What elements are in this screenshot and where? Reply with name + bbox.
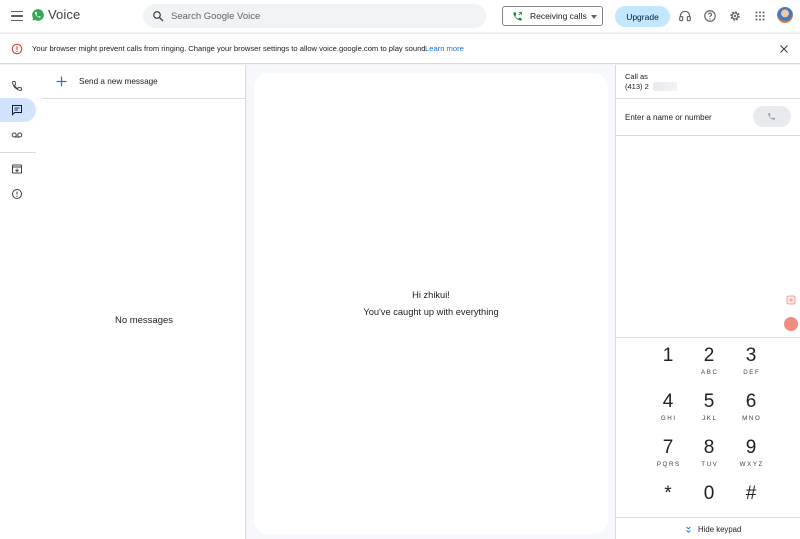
archive-icon — [12, 164, 22, 174]
notification-banner: Your browser might prevent calls from ri… — [0, 33, 800, 64]
key-6[interactable]: 6 MNO — [734, 391, 768, 431]
messages-panel: Send a new message No messages — [42, 65, 246, 539]
headset-icon[interactable] — [678, 9, 692, 23]
receiving-calls-button[interactable]: Receiving calls — [502, 6, 603, 26]
key-1[interactable]: 1 — [651, 345, 685, 385]
call-button[interactable] — [753, 106, 791, 127]
rail-item-calls[interactable] — [0, 74, 36, 98]
send-new-message-button[interactable]: Send a new message — [42, 65, 245, 99]
rail-divider — [0, 152, 36, 153]
app-title: Voice — [48, 7, 81, 22]
banner-message: Your browser might prevent calls from ri… — [32, 44, 428, 53]
menu-icon[interactable] — [7, 6, 27, 26]
conversation-card: Hi zhikui! You've caught up with everyth… — [254, 73, 608, 534]
divider — [616, 517, 800, 518]
rail-item-messages[interactable] — [0, 98, 36, 122]
chevron-down-icon — [591, 15, 597, 19]
warning-icon — [11, 43, 23, 55]
key-5[interactable]: 5 JKL — [692, 391, 726, 431]
extension-icon[interactable] — [785, 294, 797, 306]
call-as-number: (413) 2 — [625, 82, 649, 91]
phone-icon — [768, 113, 775, 120]
key-8[interactable]: 8 TUV — [692, 437, 726, 477]
upgrade-button[interactable]: Upgrade — [615, 6, 670, 27]
voicemail-icon — [11, 132, 23, 138]
phone-icon — [12, 81, 22, 91]
key-2[interactable]: 2 ABC — [692, 345, 726, 385]
empty-state-label: No messages — [114, 315, 174, 326]
extension-badge-icon[interactable] — [784, 317, 798, 331]
hide-keypad-button[interactable]: Hide keypad — [616, 521, 800, 539]
top-bar: Voice Receiving calls Upgrade — [0, 0, 800, 32]
phone-icon — [513, 11, 523, 21]
close-icon[interactable] — [778, 43, 790, 55]
greeting-text: Hi zhikui! — [412, 290, 450, 300]
learn-more-link[interactable]: Learn more — [425, 44, 464, 53]
apps-grid-icon[interactable] — [753, 9, 767, 23]
caught-up-text: You've caught up with everything — [363, 307, 499, 317]
help-icon[interactable] — [703, 9, 717, 23]
key-4[interactable]: 4 GHI — [651, 391, 685, 431]
rail-item-archive[interactable] — [0, 157, 36, 181]
key-3[interactable]: 3 DEF — [734, 345, 768, 385]
voice-logo-icon — [32, 8, 44, 21]
number-redaction — [653, 82, 677, 91]
hide-keypad-label: Hide keypad — [698, 525, 742, 534]
divider — [616, 98, 800, 99]
number-input[interactable] — [625, 105, 755, 129]
message-icon — [12, 105, 22, 116]
collapse-icon — [686, 526, 691, 533]
send-new-message-label: Send a new message — [79, 77, 158, 86]
rail-item-spam[interactable] — [0, 182, 36, 206]
search-bar[interactable] — [143, 4, 486, 28]
divider — [616, 135, 800, 136]
call-as-label: Call as — [625, 72, 648, 81]
spam-icon — [12, 189, 22, 199]
rail-item-voicemail[interactable] — [0, 123, 36, 147]
nav-rail — [0, 65, 42, 539]
search-input[interactable] — [171, 4, 471, 28]
search-icon[interactable] — [152, 10, 164, 22]
dialer-panel: Call as (413) 2 1 2ABC 3DEF 4GHI 5JKL 6M… — [615, 65, 800, 539]
receiving-calls-label: Receiving calls — [530, 11, 587, 21]
divider — [616, 337, 800, 338]
key-7[interactable]: 7 PQRS — [651, 437, 685, 477]
app-logo[interactable]: Voice — [31, 7, 80, 22]
key-9[interactable]: 9 WXYZ — [734, 437, 768, 477]
avatar[interactable] — [777, 7, 793, 23]
plus-icon — [56, 76, 67, 87]
settings-icon[interactable] — [728, 9, 742, 23]
